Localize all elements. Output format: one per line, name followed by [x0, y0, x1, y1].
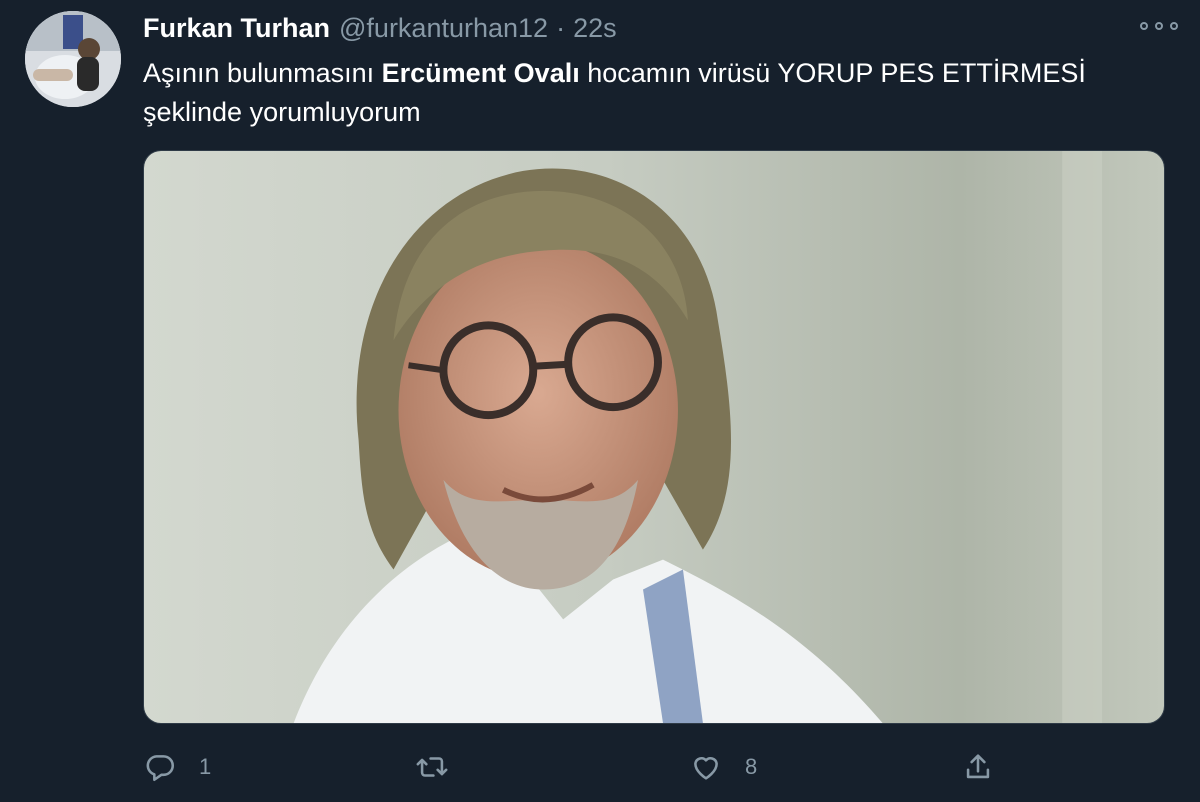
heart-icon [694, 757, 718, 780]
reply-count: 1 [199, 754, 212, 779]
more-dot [1140, 22, 1148, 30]
tweet-header: Furkan Turhan @furkanturhan12 · 22s [143, 10, 617, 46]
retweet-icon [416, 757, 448, 777]
reply-icon [146, 755, 175, 782]
separator-dot: · [556, 12, 566, 43]
tweet-media-photo[interactable] [143, 150, 1165, 724]
share-button[interactable] [961, 745, 995, 789]
portrait-photo [144, 151, 1164, 723]
like-count: 8 [745, 754, 758, 779]
tweet-text-start: Aşının bulunmasını [143, 58, 382, 88]
user-handle[interactable]: @furkanturhan12 [339, 13, 548, 44]
more-options-icon[interactable] [1140, 16, 1178, 36]
tweet-text-bold-name: Ercüment Ovalı [381, 58, 580, 88]
more-dot [1170, 22, 1178, 30]
tweet-actions: 1 8 [143, 745, 1023, 789]
timestamp[interactable]: 22s [573, 13, 617, 44]
tweet-text: Aşının bulunmasını Ercüment Ovalı hocamı… [143, 54, 1163, 132]
avatar[interactable] [25, 11, 121, 107]
reply-button[interactable]: 1 [143, 745, 211, 789]
avatar-image [25, 11, 121, 107]
share-icon [966, 754, 990, 779]
like-button[interactable]: 8 [689, 745, 757, 789]
tweet-card: Furkan Turhan @furkanturhan12 · 22s Aşın… [0, 0, 1200, 802]
display-name[interactable]: Furkan Turhan [143, 13, 330, 44]
retweet-button[interactable] [415, 745, 471, 789]
more-dot [1155, 22, 1163, 30]
